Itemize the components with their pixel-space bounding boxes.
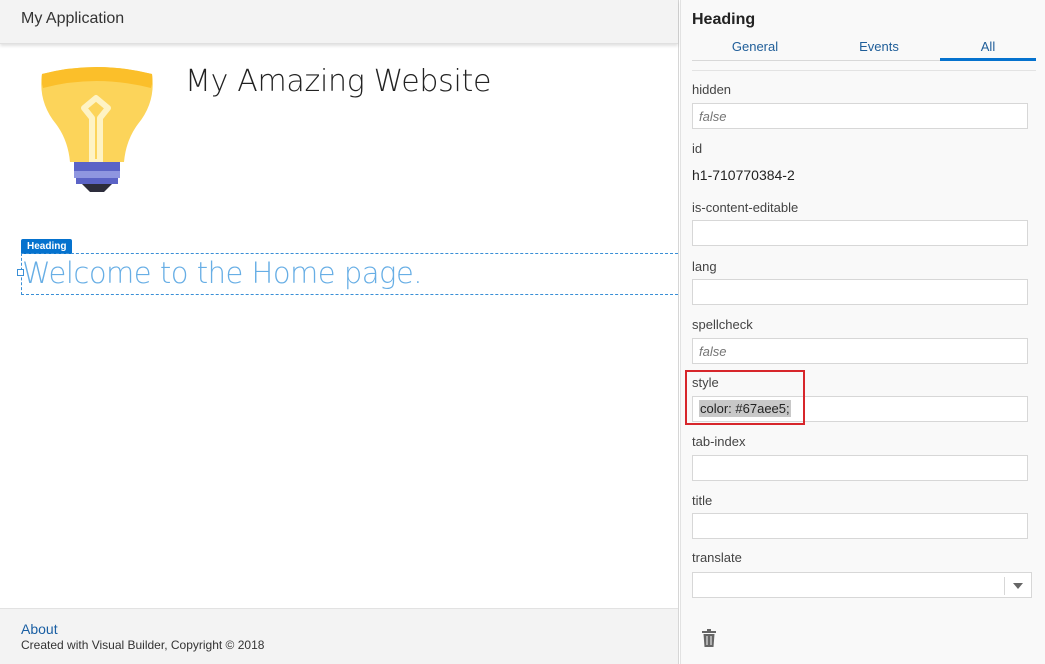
app-header: My Application — [0, 0, 678, 44]
tab-index-input[interactable] — [692, 455, 1028, 481]
title-input[interactable] — [692, 513, 1028, 539]
spellcheck-input[interactable] — [692, 338, 1028, 364]
panel-title: Heading — [692, 11, 756, 28]
tab-events[interactable]: Events — [818, 38, 940, 61]
translate-label: translate — [692, 550, 742, 565]
about-link[interactable]: About — [21, 621, 58, 637]
app-title: My Application — [21, 10, 125, 27]
title-label: title — [692, 493, 713, 508]
lightbulb-icon[interactable] — [38, 62, 156, 194]
copyright-text: Created with Visual Builder, Copyright ©… — [21, 638, 265, 652]
highlight-annotation-box — [685, 370, 805, 425]
lang-input[interactable] — [692, 279, 1028, 305]
spellcheck-label: spellcheck — [692, 317, 753, 332]
trash-icon[interactable] — [702, 629, 716, 647]
hidden-input[interactable] — [692, 103, 1028, 129]
hidden-label: hidden — [692, 82, 732, 97]
panel-divider — [692, 70, 1036, 71]
tab-all[interactable]: All — [940, 38, 1036, 61]
site-title[interactable]: My Amazing Website — [185, 64, 491, 99]
heading-selection-tag: Heading — [21, 239, 73, 254]
tab-general[interactable]: General — [692, 38, 818, 61]
welcome-heading[interactable]: Welcome to the Home page. — [22, 256, 423, 290]
design-canvas: My Application My Amazing Website Headin… — [0, 0, 679, 664]
chevron-down-icon[interactable] — [1013, 583, 1023, 589]
select-separator — [1004, 577, 1005, 595]
tab-index-label: tab-index — [692, 434, 746, 449]
is-content-editable-label: is-content-editable — [692, 200, 799, 215]
properties-panel: Heading General Events All hidden id h1-… — [680, 0, 1045, 664]
translate-select[interactable] — [692, 572, 1032, 598]
id-value: h1-710770384-2 — [692, 167, 795, 183]
is-content-editable-input[interactable] — [692, 220, 1028, 246]
property-tabs: General Events All — [692, 38, 1036, 61]
app-footer: About Created with Visual Builder, Copyr… — [0, 608, 678, 664]
lang-label: lang — [692, 259, 717, 274]
id-label: id — [692, 141, 703, 156]
